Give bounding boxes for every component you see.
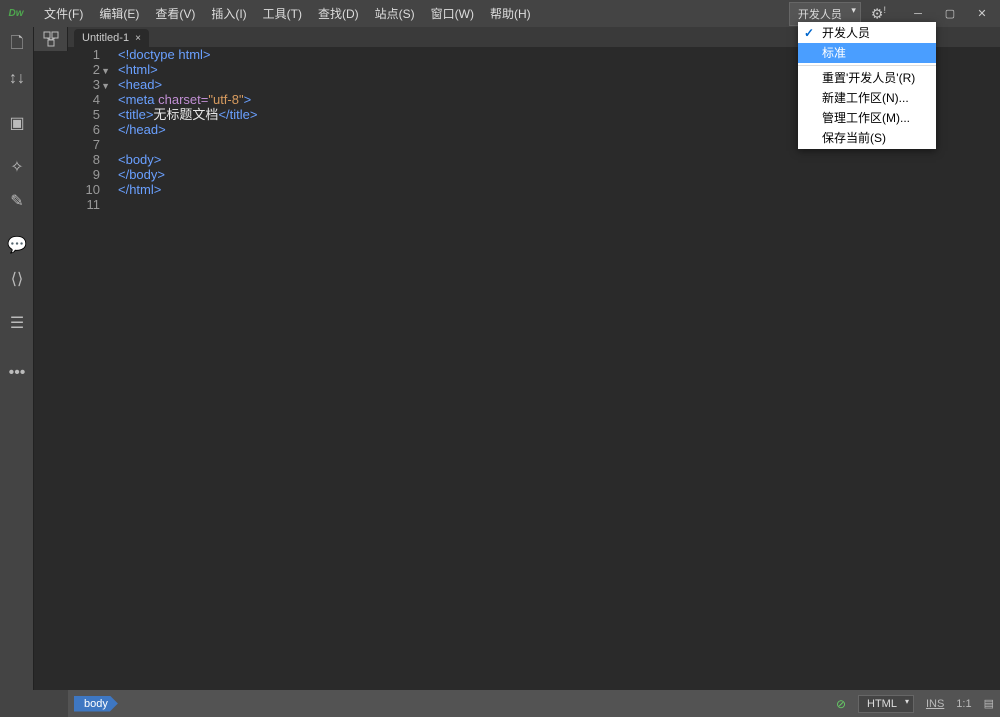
wand-icon[interactable]: ✧	[0, 153, 34, 181]
menu-item[interactable]: 插入(I)	[203, 1, 254, 26]
menu-item[interactable]: 查看(V)	[147, 1, 203, 26]
list-icon[interactable]: ☰	[0, 309, 34, 337]
tab-title: Untitled-1	[82, 32, 129, 44]
workspace-action[interactable]: 保存当前(S)	[798, 128, 936, 148]
file-panel-icon[interactable]: 🗋	[0, 31, 34, 59]
status-bar: body ⊘ HTML INS 1:1 ▤	[68, 690, 1000, 717]
line-gutter: 12▼3▼4567891011	[68, 47, 104, 690]
related-files-icon[interactable]	[34, 27, 68, 51]
workspace-action[interactable]: 管理工作区(M)...	[798, 108, 936, 128]
menu-item[interactable]: 窗口(W)	[423, 1, 482, 26]
left-toolbar: 🗋 ↕↓ ▣ ✧ ✎ 💬 ⟨⟩ ☰ •••	[0, 27, 34, 690]
document-tab[interactable]: Untitled-1 ×	[74, 29, 149, 47]
workspace-action[interactable]: 重置'开发人员'(R)	[798, 68, 936, 88]
workspace-option[interactable]: 标准	[798, 43, 936, 63]
tag-breadcrumb[interactable]: body	[74, 696, 118, 712]
toolbar-corner	[0, 690, 68, 717]
pen-icon[interactable]: ✎	[0, 187, 34, 215]
chat-icon[interactable]: 💬	[0, 231, 34, 259]
menu-item[interactable]: 站点(S)	[367, 1, 423, 26]
code-snippet-icon[interactable]: ⟨⟩	[0, 265, 34, 293]
workspace-option[interactable]: 开发人员	[798, 23, 936, 43]
menu-item[interactable]: 编辑(E)	[91, 1, 147, 26]
menu-item[interactable]: 帮助(H)	[482, 1, 539, 26]
menu-item[interactable]: 查找(D)	[310, 1, 367, 26]
cursor-position: 1:1	[956, 698, 971, 710]
close-window-button[interactable]: ✕	[968, 4, 996, 24]
workspace-action[interactable]: 新建工作区(N)...	[798, 88, 936, 108]
assets-icon[interactable]: ▣	[0, 109, 34, 137]
tab-close-icon[interactable]: ×	[135, 33, 141, 44]
overview-icon[interactable]: ▤	[984, 697, 994, 710]
view-toolbar	[34, 27, 68, 51]
menu-item[interactable]: 文件(F)	[36, 1, 91, 26]
menu-item[interactable]: 工具(T)	[255, 1, 310, 26]
sync-settings-icon[interactable]: ⚙!	[867, 5, 890, 23]
maximize-button[interactable]: ▢	[936, 4, 964, 24]
adjust-panel-icon[interactable]: ↕↓	[0, 65, 34, 93]
error-status-icon[interactable]: ⊘	[836, 697, 846, 711]
insert-mode[interactable]: INS	[926, 698, 944, 710]
minimize-button[interactable]: ─	[904, 4, 932, 24]
more-icon[interactable]: •••	[0, 359, 34, 387]
workspace-dropdown-menu: 开发人员标准重置'开发人员'(R)新建工作区(N)...管理工作区(M)...保…	[798, 22, 936, 149]
language-mode-dropdown[interactable]: HTML	[858, 695, 914, 713]
app-logo: Dw	[4, 4, 28, 24]
